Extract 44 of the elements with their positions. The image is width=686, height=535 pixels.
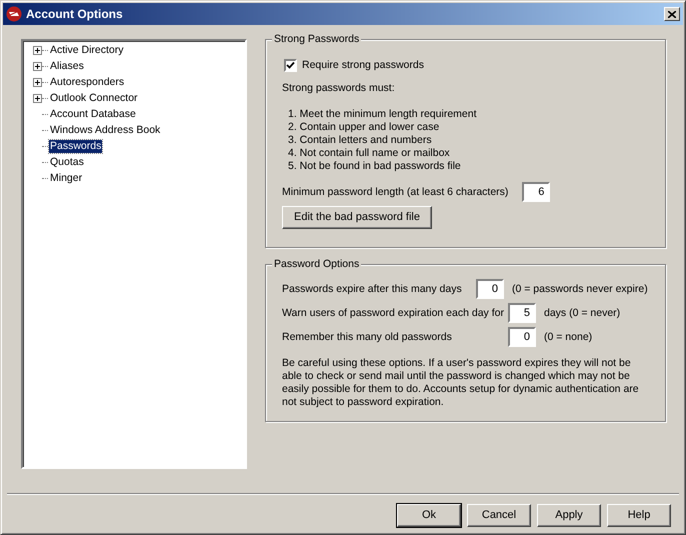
tree-item[interactable]: Aliases bbox=[49, 60, 85, 72]
field-label: Passwords expire after this many days bbox=[282, 282, 463, 296]
close-button[interactable] bbox=[664, 7, 680, 21]
rule-text: 3. Contain letters and numbers bbox=[288, 134, 433, 147]
dialog-button[interactable]: Help bbox=[607, 504, 671, 527]
expand-icon[interactable] bbox=[33, 78, 42, 86]
tree-item[interactable]: Passwords bbox=[49, 140, 102, 152]
tree-item[interactable]: Active Directory bbox=[49, 44, 125, 56]
field-label: Remember this many old passwords bbox=[282, 330, 453, 344]
hint-text: days (0 = never) bbox=[544, 306, 620, 320]
tree-item[interactable]: Minger bbox=[49, 172, 84, 184]
number-field[interactable]: 0 bbox=[508, 327, 536, 347]
expand-icon[interactable] bbox=[33, 94, 42, 102]
edit-bad-password-button[interactable]: Edit the bad password file bbox=[282, 206, 432, 229]
number-field[interactable]: 0 bbox=[476, 279, 504, 299]
dialog-button[interactable]: Cancel bbox=[467, 504, 531, 527]
expand-icon[interactable] bbox=[33, 62, 42, 70]
tree-item[interactable]: Quotas bbox=[49, 156, 85, 168]
group-title: Strong Passwords bbox=[272, 33, 362, 46]
rule-text: 4. Not contain full name or mailbox bbox=[288, 147, 451, 160]
dialog-button[interactable]: Ok bbox=[397, 504, 461, 527]
checkbox-label: Require strong passwords bbox=[302, 59, 424, 72]
tree-item[interactable]: Autoresponders bbox=[49, 76, 126, 88]
rule-text: 5. Not be found in bad passwords file bbox=[288, 160, 462, 173]
group-title: Password Options bbox=[272, 258, 362, 271]
field-label: Minimum password length (at least 6 characters) bbox=[282, 186, 508, 198]
expand-icon[interactable] bbox=[33, 46, 42, 54]
rule-text: 1. Meet the minimum length requirement bbox=[288, 108, 478, 121]
hint-text: (0 = passwords never expire) bbox=[512, 282, 648, 296]
tree-item[interactable]: Account Database bbox=[49, 108, 137, 120]
min-length-field[interactable]: 6 bbox=[522, 182, 550, 202]
intro-text: Strong passwords must: bbox=[282, 82, 396, 95]
checkbox[interactable] bbox=[284, 59, 297, 72]
dialog-button[interactable]: Apply bbox=[537, 504, 601, 527]
number-field[interactable]: 5 bbox=[508, 303, 536, 323]
tree-item[interactable]: Outlook Connector bbox=[49, 92, 139, 104]
window-title: Account Options bbox=[26, 8, 123, 20]
field-label: Warn users of password expiration each day for bbox=[282, 306, 504, 320]
rule-text: 2. Contain upper and lower case bbox=[288, 121, 440, 134]
tree-item[interactable]: Windows Address Book bbox=[49, 124, 162, 136]
note-text: Be careful using these options. If a user's password expires they will not be able to check or send mail until the password is changed which may not be easily possible for them to do. Accounts setup for dynamic authentication are not subject to password expiration. bbox=[282, 357, 640, 409]
app-icon bbox=[6, 6, 22, 22]
hint-text: (0 = none) bbox=[544, 330, 592, 344]
close-icon bbox=[668, 10, 676, 18]
